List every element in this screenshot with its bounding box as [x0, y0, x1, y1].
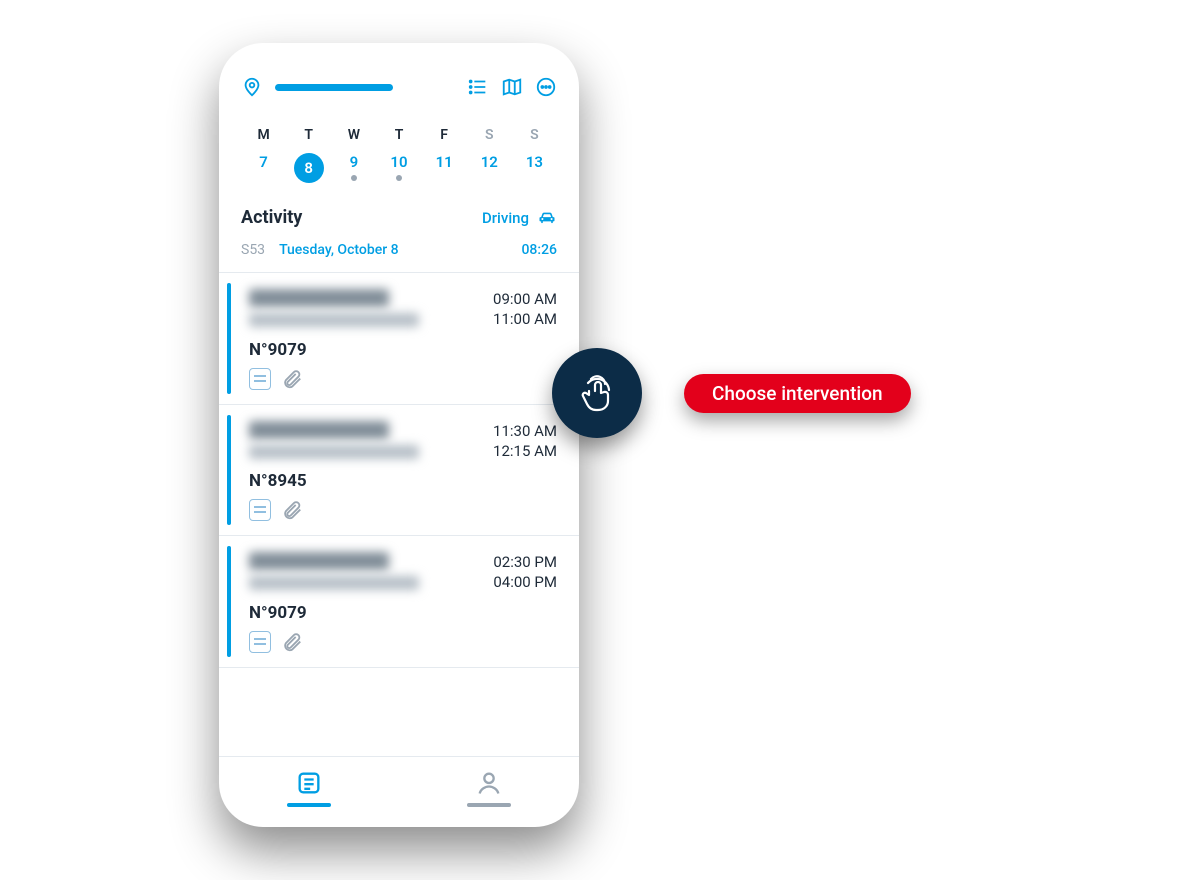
intervention-title-blurred — [249, 289, 389, 307]
time-end: 04:00 PM — [493, 572, 557, 592]
bottom-nav — [219, 756, 579, 807]
cal-head: T — [286, 127, 331, 143]
intervention-address-blurred — [249, 445, 419, 459]
notes-icon[interactable] — [249, 368, 271, 390]
more-horizontal-icon[interactable] — [535, 76, 557, 98]
intervention-list: 09:00 AM 11:00 AM N°9079 — [219, 273, 579, 756]
intervention-card[interactable]: 09:00 AM 11:00 AM N°9079 — [219, 273, 579, 405]
tap-gesture-icon — [552, 348, 642, 438]
location-pin-icon[interactable] — [241, 76, 263, 98]
cal-head: T — [376, 127, 421, 143]
attachment-icon[interactable] — [281, 368, 303, 390]
map-icon[interactable] — [501, 76, 523, 98]
intervention-number: N°8945 — [249, 471, 557, 491]
top-bar — [241, 69, 557, 105]
week-code: S53 — [241, 242, 265, 258]
time-end: 11:00 AM — [493, 309, 557, 329]
intervention-title-blurred — [249, 421, 389, 439]
phone-mock: M T W T F S S 7 8 9 10 11 12 13 Activity… — [219, 43, 579, 827]
date-text: Tuesday, October 8 — [279, 242, 521, 258]
intervention-number: N°9079 — [249, 340, 557, 360]
callout-label: Choose intervention — [712, 382, 883, 405]
intervention-address-blurred — [249, 576, 419, 590]
intervention-times: 11:30 AM 12:15 AM — [493, 421, 557, 462]
list-icon[interactable] — [467, 76, 489, 98]
has-event-dot — [396, 175, 402, 181]
time-start: 11:30 AM — [493, 421, 557, 441]
notes-icon[interactable] — [249, 631, 271, 653]
intervention-card[interactable]: 02:30 PM 04:00 PM N°9079 — [219, 536, 579, 668]
intervention-address-blurred — [249, 313, 419, 327]
car-icon — [537, 208, 557, 228]
cal-day[interactable]: 9 — [331, 147, 376, 189]
cal-head: W — [331, 127, 376, 143]
tab-schedule[interactable] — [287, 769, 331, 807]
cal-day[interactable]: 7 — [241, 147, 286, 189]
intervention-card[interactable]: 11:30 AM 12:15 AM N°8945 — [219, 405, 579, 537]
current-day-row: S53 Tuesday, October 8 08:26 — [241, 242, 557, 258]
cal-day[interactable]: 12 — [467, 147, 512, 189]
cal-head: M — [241, 127, 286, 143]
activity-title: Activity — [241, 207, 302, 228]
activity-header: Activity Driving — [241, 207, 557, 228]
intervention-times: 09:00 AM 11:00 AM — [493, 289, 557, 330]
attachment-icon[interactable] — [281, 499, 303, 521]
cal-day[interactable]: 11 — [422, 147, 467, 189]
time-start: 09:00 AM — [493, 289, 557, 309]
cal-day[interactable]: 13 — [512, 147, 557, 189]
tab-profile[interactable] — [467, 769, 511, 807]
time-start: 02:30 PM — [493, 552, 557, 572]
current-address-placeholder — [275, 84, 393, 91]
cal-day-selected[interactable]: 8 — [286, 147, 331, 189]
notes-icon[interactable] — [249, 499, 271, 521]
profile-icon — [475, 769, 503, 797]
attachment-icon[interactable] — [281, 631, 303, 653]
has-event-dot — [351, 175, 357, 181]
callout-choose-intervention: Choose intervention — [684, 374, 911, 413]
list-board-icon — [295, 769, 323, 797]
activity-status[interactable]: Driving — [482, 208, 557, 228]
time-end: 12:15 AM — [493, 441, 557, 461]
cal-head: F — [422, 127, 467, 143]
intervention-number: N°9079 — [249, 603, 557, 623]
cal-head: S — [467, 127, 512, 143]
cal-head: S — [512, 127, 557, 143]
cal-day[interactable]: 10 — [376, 147, 421, 189]
activity-status-label: Driving — [482, 209, 529, 227]
current-time: 08:26 — [521, 242, 557, 258]
week-calendar: M T W T F S S 7 8 9 10 11 12 13 — [241, 127, 557, 189]
intervention-times: 02:30 PM 04:00 PM — [493, 552, 557, 593]
intervention-title-blurred — [249, 552, 389, 570]
